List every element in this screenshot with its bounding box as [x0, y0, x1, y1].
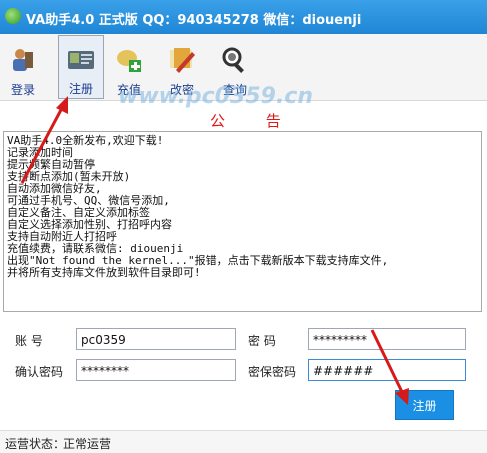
annotation-arrows	[20, 96, 409, 405]
arrow-to-register-button	[370, 329, 409, 405]
arrow-to-register-toolbar	[20, 96, 68, 184]
